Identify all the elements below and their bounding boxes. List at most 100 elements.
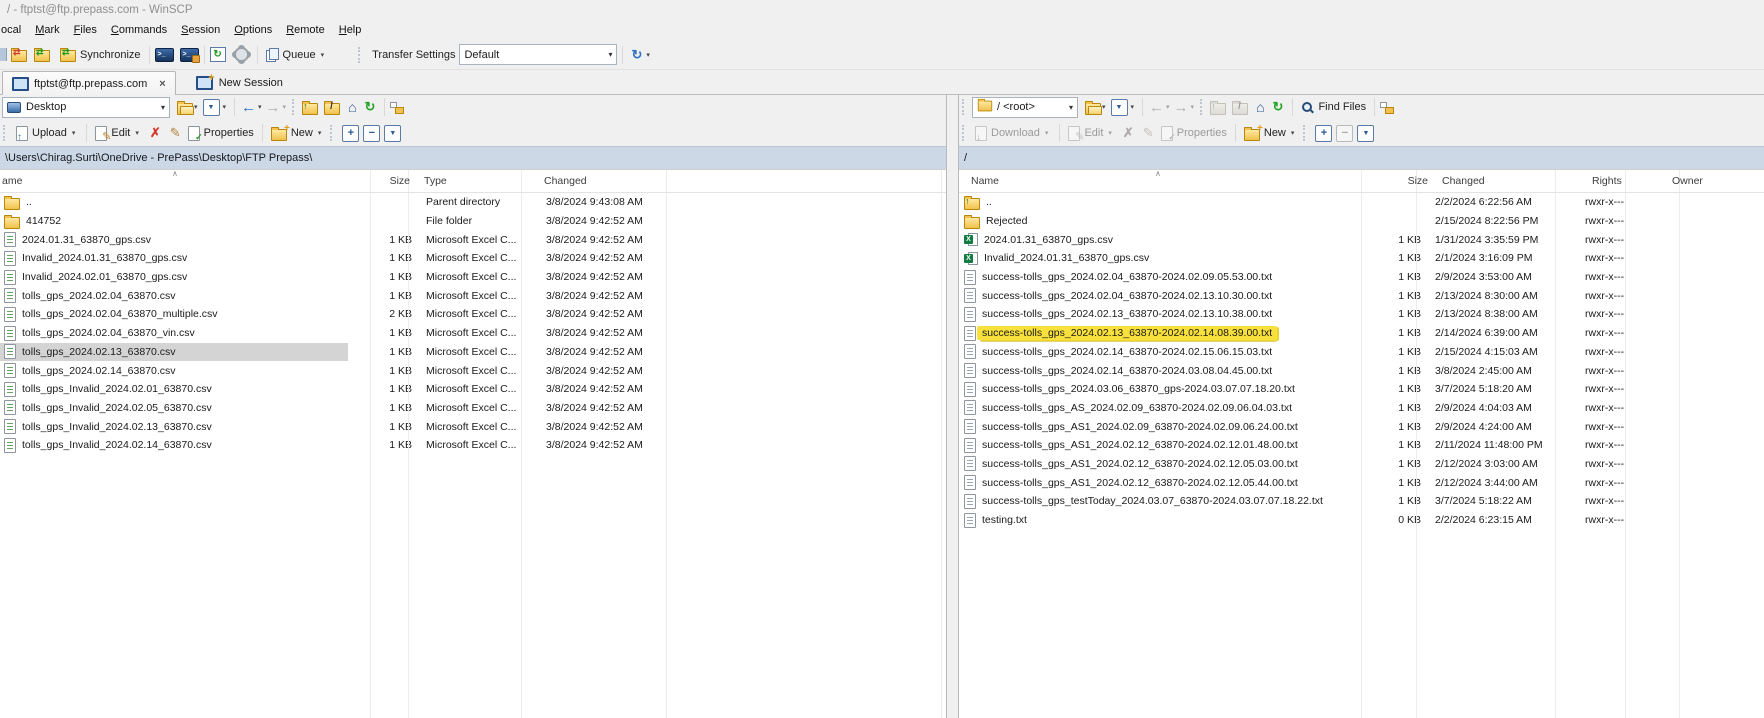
column-header-size[interactable]: Size xyxy=(1373,170,1434,192)
column-divider[interactable] xyxy=(521,170,522,718)
refresh-session-icon[interactable]: ↻ xyxy=(210,47,226,62)
edit-button[interactable]: Edit ▾ xyxy=(92,124,144,143)
column-divider[interactable] xyxy=(1416,170,1417,718)
synchronize-button[interactable]: Synchronize xyxy=(57,45,144,64)
properties-button[interactable]: Properties xyxy=(185,124,257,143)
menu-item-help[interactable]: Help xyxy=(332,22,369,38)
properties-button[interactable]: Properties xyxy=(1158,124,1230,143)
column-header-name[interactable]: ame xyxy=(0,170,372,192)
menu-item-session[interactable]: Session xyxy=(174,22,227,38)
close-tab-icon[interactable]: × xyxy=(159,78,165,90)
chevron-down-icon[interactable]: ▾ xyxy=(1166,103,1170,111)
forward-icon[interactable]: → xyxy=(1174,100,1189,115)
chevron-down-icon[interactable]: ▾ xyxy=(1191,103,1195,111)
filter-button[interactable]: ▼ xyxy=(384,125,401,142)
remote-directory-combobox[interactable]: / <root> ▾ xyxy=(972,97,1078,118)
parent-directory-icon[interactable] xyxy=(1210,103,1226,115)
file-row[interactable]: tolls_gps_2024.02.04_63870_vin.csv1 KBMi… xyxy=(0,324,946,343)
column-header-name[interactable]: Name xyxy=(959,170,1373,192)
menu-item-ocal[interactable]: ocal xyxy=(0,22,28,38)
console-icon[interactable]: >_ xyxy=(155,48,174,62)
transfer-settings-combobox[interactable]: Default ▾ xyxy=(459,44,617,65)
rename-icon[interactable]: ✎ xyxy=(1143,125,1154,141)
edit-button[interactable]: Edit ▾ xyxy=(1065,124,1117,143)
menu-item-mark[interactable]: Mark xyxy=(28,22,66,38)
unselect-files-button[interactable]: − xyxy=(363,125,380,142)
file-row[interactable]: tolls_gps_2024.02.13_63870.csv1 KBMicros… xyxy=(0,343,946,362)
column-header-rights[interactable]: Rights xyxy=(1581,170,1662,192)
home-directory-icon[interactable]: ⌂ xyxy=(348,99,356,115)
menu-item-remote[interactable]: Remote xyxy=(279,22,332,38)
root-directory-icon[interactable] xyxy=(324,103,340,115)
unselect-files-button[interactable]: − xyxy=(1336,125,1353,142)
chevron-down-icon[interactable]: ▾ xyxy=(1131,103,1135,111)
clipped-session-icon[interactable] xyxy=(0,48,7,61)
local-directory-combobox[interactable]: Desktop ▾ xyxy=(2,97,170,118)
new-session-button[interactable]: New Session xyxy=(186,71,293,94)
column-divider[interactable] xyxy=(370,170,371,718)
transfer-options-icon[interactable]: ↻ xyxy=(631,47,642,63)
column-divider[interactable] xyxy=(941,170,942,718)
chevron-down-icon[interactable]: ▾ xyxy=(194,103,198,111)
disconnect-session-icon[interactable] xyxy=(11,50,27,62)
column-divider[interactable] xyxy=(408,170,409,718)
new-button[interactable]: New ▾ xyxy=(268,124,328,143)
delete-icon[interactable]: ✗ xyxy=(150,125,161,141)
back-icon[interactable]: ← xyxy=(1149,100,1164,115)
directory-tree-icon[interactable] xyxy=(1380,101,1395,114)
select-files-button[interactable]: + xyxy=(1315,125,1332,142)
file-row[interactable]: tolls_gps_2024.02.14_63870.csv1 KBMicros… xyxy=(0,361,946,380)
forward-icon[interactable]: → xyxy=(266,100,281,115)
open-directory-icon[interactable] xyxy=(1085,103,1101,115)
column-divider[interactable] xyxy=(1625,170,1626,718)
parent-directory-icon[interactable] xyxy=(302,103,318,115)
file-row[interactable]: tolls_gps_Invalid_2024.02.13_63870.csv1 … xyxy=(0,417,946,436)
rename-icon[interactable]: ✎ xyxy=(170,125,181,141)
column-header-size[interactable]: Size xyxy=(372,170,416,192)
refresh-icon[interactable]: ↻ xyxy=(1273,99,1284,115)
home-directory-icon[interactable]: ⌂ xyxy=(1256,99,1264,115)
column-divider[interactable] xyxy=(1555,170,1556,718)
filter-icon[interactable]: ▼ xyxy=(203,99,220,116)
file-row[interactable]: tolls_gps_2024.02.04_63870.csv1 KBMicros… xyxy=(0,286,946,305)
column-header-owner[interactable]: Owner xyxy=(1662,170,1726,192)
chevron-down-icon[interactable]: ▾ xyxy=(646,51,650,59)
preferences-gear-icon[interactable] xyxy=(234,47,249,62)
column-header-type[interactable]: Type xyxy=(416,170,537,192)
menu-item-options[interactable]: Options xyxy=(227,22,279,38)
directory-tree-icon[interactable] xyxy=(390,101,405,114)
column-divider[interactable] xyxy=(1679,170,1680,718)
session-tab[interactable]: ftptst@ftp.prepass.com × xyxy=(2,71,176,95)
file-row[interactable]: ..Parent directory3/8/2024 9:43:08 AM xyxy=(0,193,946,212)
file-row[interactable]: Invalid_2024.02.01_63870_gps.csv1 KBMicr… xyxy=(0,268,946,287)
menu-item-commands[interactable]: Commands xyxy=(104,22,174,38)
download-button[interactable]: Download ▾ xyxy=(972,124,1054,143)
select-files-button[interactable]: + xyxy=(342,125,359,142)
synchronize-browsing-icon[interactable] xyxy=(34,50,50,62)
refresh-icon[interactable]: ↻ xyxy=(365,99,376,115)
local-path-bar[interactable]: \Users\Chirag.Surti\OneDrive - PrePass\D… xyxy=(0,146,946,169)
filter-icon[interactable]: ▼ xyxy=(1111,99,1128,116)
file-row[interactable]: 414752File folder3/8/2024 9:42:52 AM xyxy=(0,212,946,231)
root-directory-icon[interactable] xyxy=(1232,103,1248,115)
file-row[interactable]: tolls_gps_2024.02.04_63870_multiple.csv2… xyxy=(0,305,946,324)
back-icon[interactable]: ← xyxy=(241,100,256,115)
column-header-changed[interactable]: Changed xyxy=(537,170,689,192)
file-row[interactable]: tolls_gps_Invalid_2024.02.05_63870.csv1 … xyxy=(0,399,946,418)
upload-button[interactable]: Upload ▾ xyxy=(13,124,81,143)
file-row[interactable]: Invalid_2024.01.31_63870_gps.csv1 KBMicr… xyxy=(0,249,946,268)
column-header-changed[interactable]: Changed xyxy=(1434,170,1581,192)
column-divider[interactable] xyxy=(1361,170,1362,718)
chevron-down-icon[interactable]: ▾ xyxy=(1102,103,1106,111)
remote-path-bar[interactable]: / xyxy=(959,146,1764,169)
column-divider[interactable] xyxy=(666,170,667,718)
new-button[interactable]: New ▾ xyxy=(1241,124,1301,143)
menu-item-files[interactable]: Files xyxy=(67,22,104,38)
find-files-button[interactable]: Find Files xyxy=(1298,99,1369,116)
chevron-down-icon[interactable]: ▾ xyxy=(258,103,262,111)
chevron-down-icon[interactable]: ▾ xyxy=(283,103,287,111)
queue-button[interactable]: Queue ▾ xyxy=(263,46,331,63)
file-row[interactable]: tolls_gps_Invalid_2024.02.14_63870.csv1 … xyxy=(0,436,946,455)
file-row[interactable]: 2024.01.31_63870_gps.csv1 KBMicrosoft Ex… xyxy=(0,230,946,249)
chevron-down-icon[interactable]: ▾ xyxy=(223,103,227,111)
